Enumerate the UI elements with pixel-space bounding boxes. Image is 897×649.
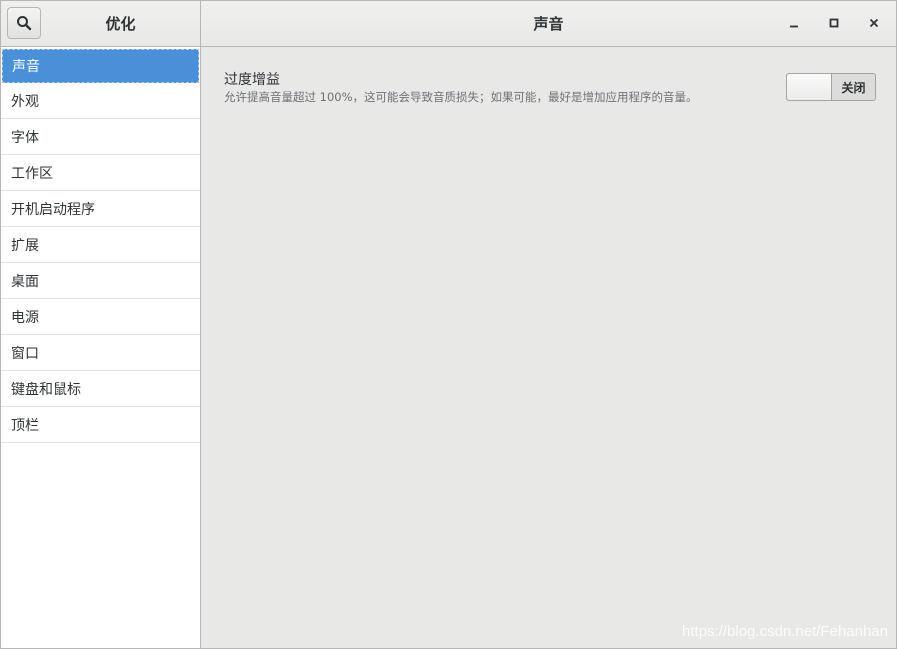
sidebar-item-fonts[interactable]: 字体 [1,119,200,155]
sidebar-item-keyboard-mouse[interactable]: 键盘和鼠标 [1,371,200,407]
content-header: 声音 [201,1,896,46]
sidebar: 声音 外观 字体 工作区 开机启动程序 扩展 桌面 电源 窗口 键盘和鼠标 顶栏 [1,47,201,648]
sidebar-item-extensions[interactable]: 扩展 [1,227,200,263]
minimize-button[interactable] [776,8,812,38]
over-amplification-switch[interactable]: 关闭 [786,73,876,101]
setting-title: 过度增益 [224,72,280,88]
sidebar-item-appearance[interactable]: 外观 [1,83,200,119]
sidebar-item-workspaces[interactable]: 工作区 [1,155,200,191]
search-button[interactable] [7,7,41,39]
setting-description: 允许提高音量超过 100%，这可能会导致音质损失；如果可能，最好是增加应用程序的… [224,90,698,104]
sidebar-item-desktop[interactable]: 桌面 [1,263,200,299]
maximize-icon [829,18,839,28]
sidebar-item-top-bar[interactable]: 顶栏 [1,407,200,443]
sidebar-item-sound[interactable]: 声音 [2,49,199,83]
close-icon [869,18,879,28]
window-controls [776,8,892,38]
watermark: https://blog.csdn.net/Fehanhan [682,623,888,640]
sidebar-header: 优化 [1,1,201,46]
header-bar: 优化 声音 [1,1,896,47]
close-button[interactable] [856,8,892,38]
switch-label: 关闭 [841,80,866,95]
search-icon [17,16,32,31]
main-content: 过度增益 允许提高音量超过 100%，这可能会导致音质损失；如果可能，最好是增加… [202,47,896,648]
sidebar-item-startup-applications[interactable]: 开机启动程序 [1,191,200,227]
over-amplification-setting: 过度增益 允许提高音量超过 100%，这可能会导致音质损失；如果可能，最好是增加… [224,69,876,109]
maximize-button[interactable] [816,8,852,38]
app-title: 优化 [105,15,136,33]
sidebar-item-windows[interactable]: 窗口 [1,335,200,371]
switch-knob [787,74,832,100]
sidebar-item-power[interactable]: 电源 [1,299,200,335]
tweaks-window: 优化 声音 声音 外观 字体 工作区 开机启动程序 扩展 桌面 电源 窗口 键盘… [0,0,897,649]
minimize-icon [790,25,798,28]
